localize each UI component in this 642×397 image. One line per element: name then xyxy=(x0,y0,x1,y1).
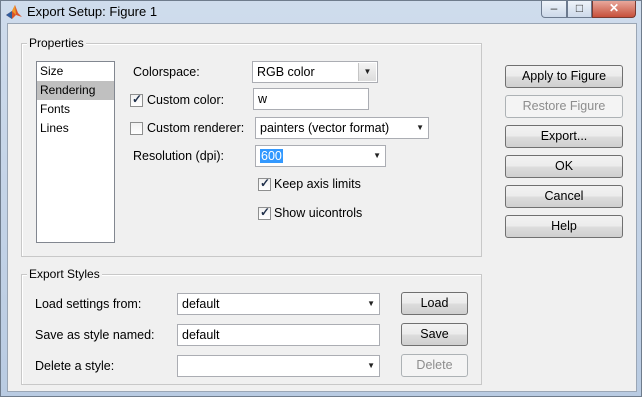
apply-to-figure-button[interactable]: Apply to Figure xyxy=(505,65,623,88)
window-title: Export Setup: Figure 1 xyxy=(27,4,158,19)
resolution-dropdown[interactable]: 600 ▼ xyxy=(255,145,386,167)
load-style-value: default xyxy=(182,297,220,311)
save-style-name-field[interactable]: default xyxy=(177,324,380,346)
title-bar[interactable]: Export Setup: Figure 1 – □ ✕ xyxy=(1,1,641,23)
custom-color-field[interactable]: w xyxy=(253,88,369,110)
resolution-value[interactable]: 600 xyxy=(260,148,283,164)
cancel-button[interactable]: Cancel xyxy=(505,185,623,208)
ok-button[interactable]: OK xyxy=(505,155,623,178)
keep-axis-limits-label: Keep axis limits xyxy=(274,177,361,191)
chevron-down-icon[interactable]: ▼ xyxy=(416,121,424,135)
export-button[interactable]: Export... xyxy=(505,125,623,148)
load-settings-label: Load settings from: xyxy=(35,297,142,311)
minimize-button[interactable]: – xyxy=(541,1,567,18)
colorspace-label: Colorspace: xyxy=(133,65,200,79)
category-item-rendering[interactable]: Rendering xyxy=(37,81,114,100)
checkmark-icon: ✓ xyxy=(132,92,143,106)
category-item-lines[interactable]: Lines xyxy=(37,119,114,138)
dialog-window: Export Setup: Figure 1 – □ ✕ Properties … xyxy=(0,0,642,397)
renderer-dropdown[interactable]: painters (vector format) ▼ xyxy=(255,117,429,139)
checkmark-icon: ✓ xyxy=(260,176,271,190)
chevron-down-icon[interactable]: ▼ xyxy=(373,149,381,163)
keep-axis-limits-checkbox[interactable]: ✓ xyxy=(258,176,271,191)
category-list[interactable]: Size Rendering Fonts Lines xyxy=(36,61,115,243)
checkmark-icon: ✓ xyxy=(260,205,271,219)
delete-button[interactable]: Delete xyxy=(401,354,468,377)
chevron-down-icon[interactable]: ▼ xyxy=(358,63,376,81)
properties-group-label: Properties xyxy=(27,36,86,50)
custom-renderer-checkbox[interactable] xyxy=(130,122,143,135)
custom-color-checkbox[interactable]: ✓ xyxy=(130,92,143,107)
close-button[interactable]: ✕ xyxy=(592,1,636,18)
save-style-label: Save as style named: xyxy=(35,328,155,342)
save-button[interactable]: Save xyxy=(401,323,468,346)
delete-style-label: Delete a style: xyxy=(35,359,115,373)
custom-color-label: Custom color: xyxy=(147,93,225,107)
chevron-down-icon[interactable]: ▼ xyxy=(367,359,375,373)
chevron-down-icon[interactable]: ▼ xyxy=(367,297,375,311)
load-button[interactable]: Load xyxy=(401,292,468,315)
show-uicontrols-checkbox[interactable]: ✓ xyxy=(258,205,271,220)
colorspace-dropdown[interactable]: RGB color ▼ xyxy=(252,61,378,83)
load-style-dropdown[interactable]: default ▼ xyxy=(177,293,380,315)
renderer-value: painters (vector format) xyxy=(260,121,390,135)
colorspace-value: RGB color xyxy=(257,65,315,79)
minimize-icon: – xyxy=(550,1,558,15)
category-item-fonts[interactable]: Fonts xyxy=(37,100,114,119)
custom-renderer-label: Custom renderer: xyxy=(147,121,245,135)
help-button[interactable]: Help xyxy=(505,215,623,238)
maximize-icon: □ xyxy=(575,1,584,15)
export-styles-group-label: Export Styles xyxy=(27,267,102,281)
maximize-button[interactable]: □ xyxy=(567,1,592,18)
matlab-icon xyxy=(6,5,22,19)
show-uicontrols-label: Show uicontrols xyxy=(274,206,363,220)
resolution-label: Resolution (dpi): xyxy=(133,149,225,163)
delete-style-dropdown[interactable]: ▼ xyxy=(177,355,380,377)
resolution-selected-text: 600 xyxy=(260,149,283,163)
dialog-body: Properties Size Rendering Fonts Lines Color… xyxy=(7,23,637,392)
restore-figure-button[interactable]: Restore Figure xyxy=(505,95,623,118)
category-item-size[interactable]: Size xyxy=(37,62,114,81)
close-icon: ✕ xyxy=(608,1,620,15)
